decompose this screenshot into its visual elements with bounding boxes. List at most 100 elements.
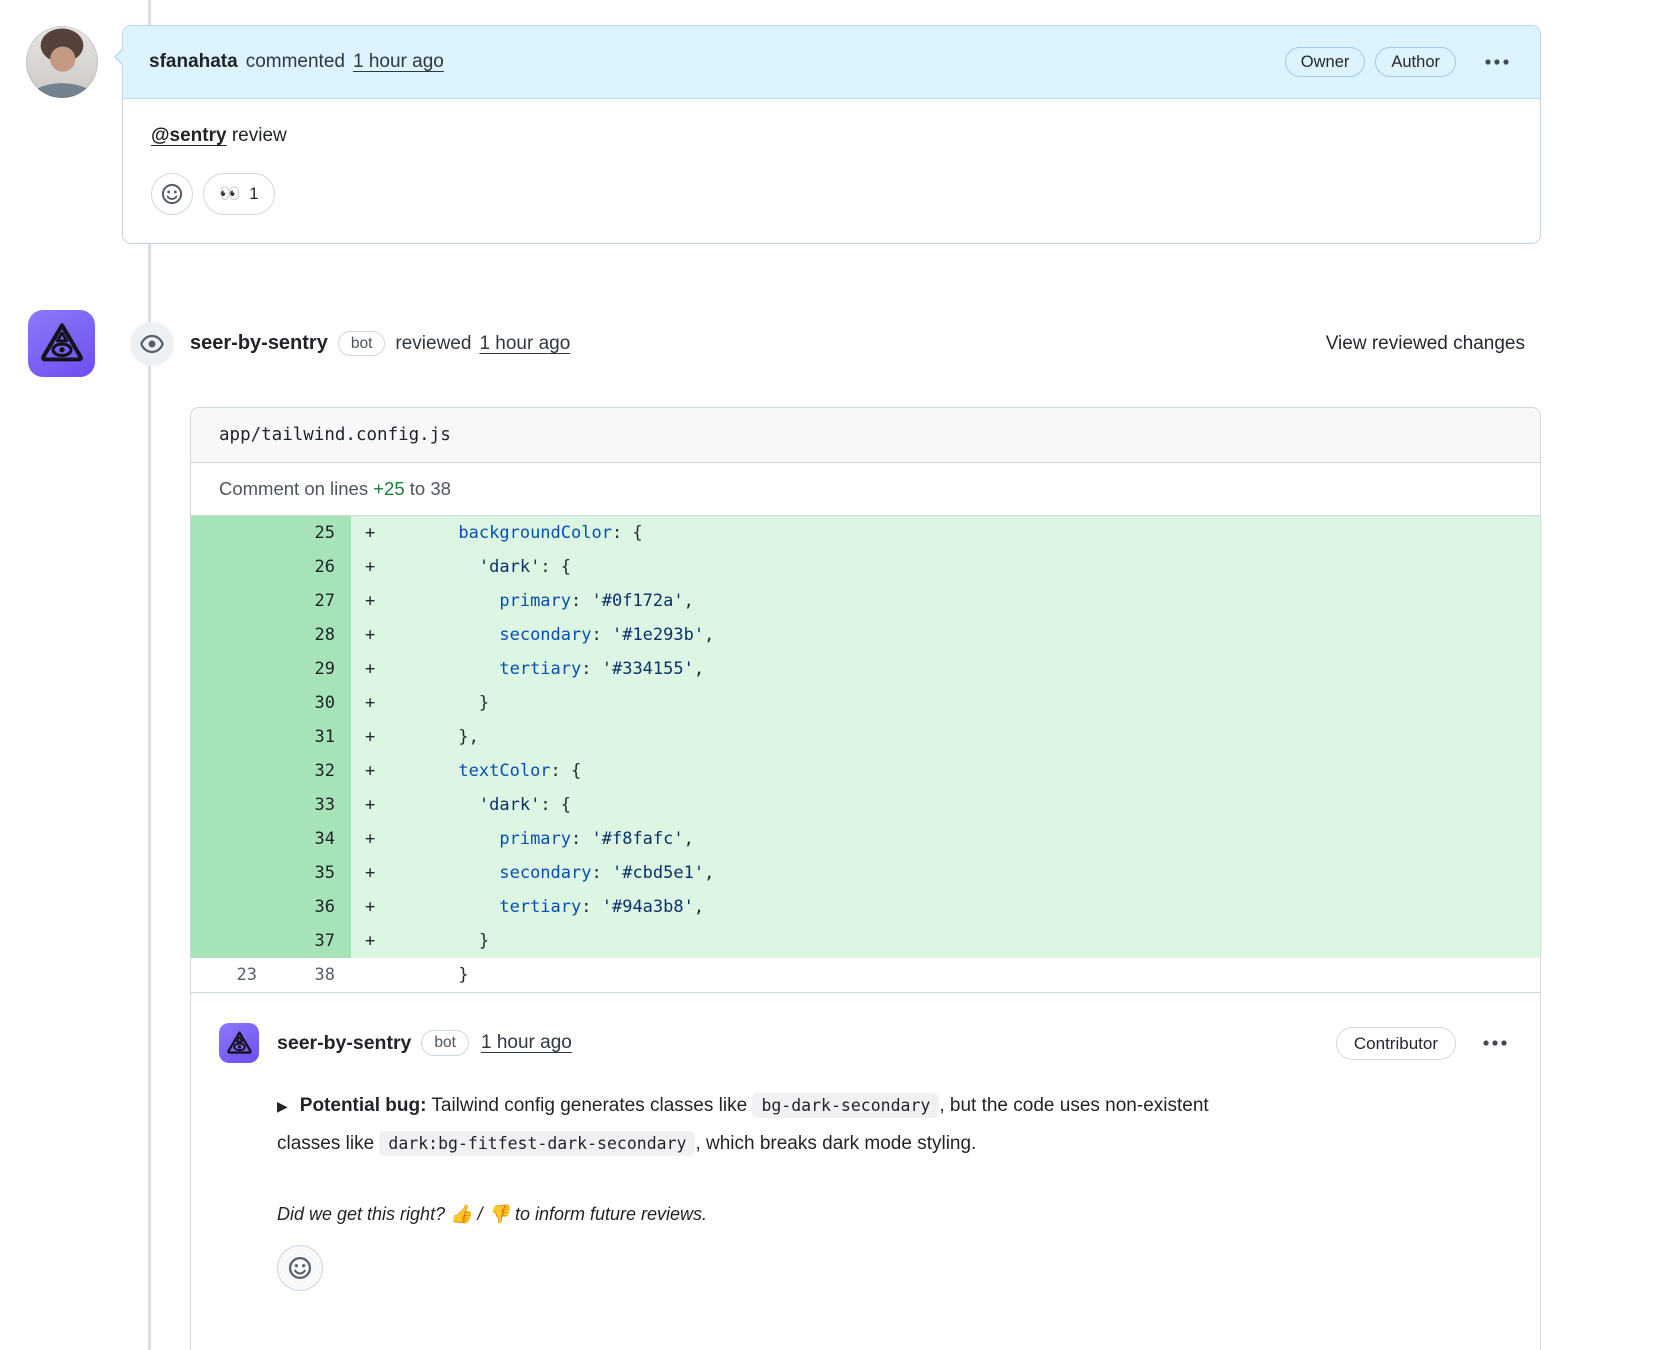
new-line-number: 33 [273, 788, 351, 822]
eye-icon [140, 334, 164, 354]
disclosure-triangle-icon[interactable]: ▶ [277, 1088, 288, 1125]
diff-table: 25 + backgroundColor: {26 + 'dark': {27 + p… [191, 516, 1540, 992]
diff-marker: + [351, 686, 397, 720]
new-line-number: 35 [273, 856, 351, 890]
review-event-badge [130, 322, 174, 366]
code-line: } [397, 965, 469, 985]
feedback-separator: / [472, 1204, 488, 1224]
diff-row: 29 + tertiary: '#334155', [191, 652, 1540, 686]
new-line-number: 26 [273, 550, 351, 584]
seer-bot-avatar-small[interactable] [219, 1023, 259, 1063]
kebab-icon [1483, 1040, 1507, 1046]
old-line-number [191, 720, 273, 754]
diff-marker: + [351, 652, 397, 686]
new-line-number: 37 [273, 924, 351, 958]
reviewer-link[interactable]: seer-by-sentry [190, 332, 328, 355]
diff-marker: + [351, 584, 397, 618]
thumbs-up-icon: 👍 [450, 1204, 473, 1224]
comment-text: @sentry review [151, 125, 1512, 147]
code-line: primary: '#f8fafc', [397, 822, 1540, 856]
comment-body: @sentry review 👀 1 [123, 99, 1540, 243]
bot-badge: bot [421, 1030, 469, 1056]
thread-timestamp-link[interactable]: 1 hour ago [481, 1032, 572, 1054]
old-line-number [191, 788, 273, 822]
code-line: backgroundColor: { [397, 516, 1540, 550]
comment-range-row: Comment on lines +25 to 38 [191, 463, 1540, 516]
user-avatar[interactable] [26, 26, 98, 98]
thread-header-right: Contributor [1335, 1026, 1512, 1060]
reaction-count: 1 [249, 184, 259, 203]
thread-body-text: , which breaks dark mode styling. [695, 1133, 977, 1154]
code-line: textColor: { [397, 754, 1540, 788]
diff-row: 31 + }, [191, 720, 1540, 754]
code-line: } [397, 924, 1540, 958]
view-reviewed-changes-link[interactable]: View reviewed changes [1326, 333, 1525, 355]
mention-link[interactable]: @sentry [151, 125, 227, 146]
new-line-number: 27 [273, 584, 351, 618]
add-reaction-button[interactable] [277, 1245, 323, 1291]
action-text: commented [245, 51, 345, 72]
file-path-link[interactable]: app/tailwind.config.js [219, 425, 451, 445]
comment-options-button[interactable] [1480, 54, 1514, 70]
diff-row: 26 + 'dark': { [191, 550, 1540, 584]
add-reaction-button[interactable] [151, 173, 193, 215]
diff-marker [351, 958, 397, 992]
old-line-number [191, 550, 273, 584]
eyes-reaction-pill[interactable]: 👀 1 [203, 173, 275, 215]
diff-row: 32 + textColor: { [191, 754, 1540, 788]
old-line-number [191, 822, 273, 856]
old-line-number [191, 584, 273, 618]
new-line-number: 32 [273, 754, 351, 788]
thread-body-text: , but the code uses non-existent [939, 1095, 1209, 1116]
seer-pyramid-eye-logo-icon [226, 1030, 252, 1054]
thread-body-text: classes like [277, 1133, 380, 1154]
thread-author-link[interactable]: seer-by-sentry [277, 1032, 411, 1055]
thread-body-code: bg-dark-secondary [752, 1093, 940, 1118]
review-timestamp-link[interactable]: 1 hour ago [479, 333, 570, 355]
owner-badge: Owner [1284, 46, 1366, 78]
pull-request-conversation: sfanahata commented 1 hour ago Owner Aut… [0, 0, 1672, 1350]
diff-row: 27 + primary: '#0f172a', [191, 584, 1540, 618]
thumbs-down-icon: 👎 [487, 1204, 510, 1224]
timestamp-link[interactable]: 1 hour ago [353, 51, 444, 73]
diff-marker: + [351, 550, 397, 584]
diff-row: 25 + backgroundColor: { [191, 516, 1540, 550]
old-line-number [191, 856, 273, 890]
diff-row: 23 38 } [191, 958, 1540, 992]
comment-header: sfanahata commented 1 hour ago Owner Aut… [114, 26, 1540, 99]
range-prefix: Comment on lines [219, 478, 374, 499]
new-line-number: 25 [273, 516, 351, 550]
old-line-number [191, 516, 273, 550]
diff-marker: + [351, 754, 397, 788]
diff-marker: + [351, 856, 397, 890]
review-event-row: seer-by-sentry bot reviewed 1 hour ago V… [28, 310, 1525, 377]
new-line-number: 30 [273, 686, 351, 720]
old-line-number [191, 652, 273, 686]
review-diff-card: app/tailwind.config.js Comment on lines … [190, 407, 1541, 1350]
smiley-icon [288, 1256, 312, 1280]
code-line: 'dark': { [397, 788, 1540, 822]
thread-body-text: Tailwind config generates classes like [426, 1095, 753, 1116]
new-line-number: 28 [273, 618, 351, 652]
feedback-text-pre: Did we get this right? [277, 1204, 451, 1224]
feedback-text-post: to inform future reviews. [509, 1204, 708, 1224]
code-line: } [397, 686, 1540, 720]
review-action-text: reviewed [395, 332, 472, 354]
code-line: tertiary: '#334155', [397, 652, 1540, 686]
thread-reaction-row [277, 1245, 1512, 1291]
diff-marker: + [351, 618, 397, 652]
range-added-line: +25 [373, 478, 405, 499]
old-line-number [191, 924, 273, 958]
seer-bot-avatar[interactable] [28, 310, 95, 377]
smiley-icon [161, 183, 183, 205]
new-line-number: 38 [314, 965, 335, 985]
old-line-number [191, 754, 273, 788]
diff-row: 36 + tertiary: '#94a3b8', [191, 890, 1540, 924]
author-link[interactable]: sfanahata [149, 51, 238, 73]
seer-pyramid-eye-logo-icon [40, 322, 83, 361]
kebab-icon [1485, 59, 1509, 65]
contributor-badge: Contributor [1335, 1026, 1456, 1060]
thread-options-button[interactable] [1478, 1035, 1512, 1051]
range-end-line: 38 [430, 478, 451, 499]
new-line-number: 36 [273, 890, 351, 924]
